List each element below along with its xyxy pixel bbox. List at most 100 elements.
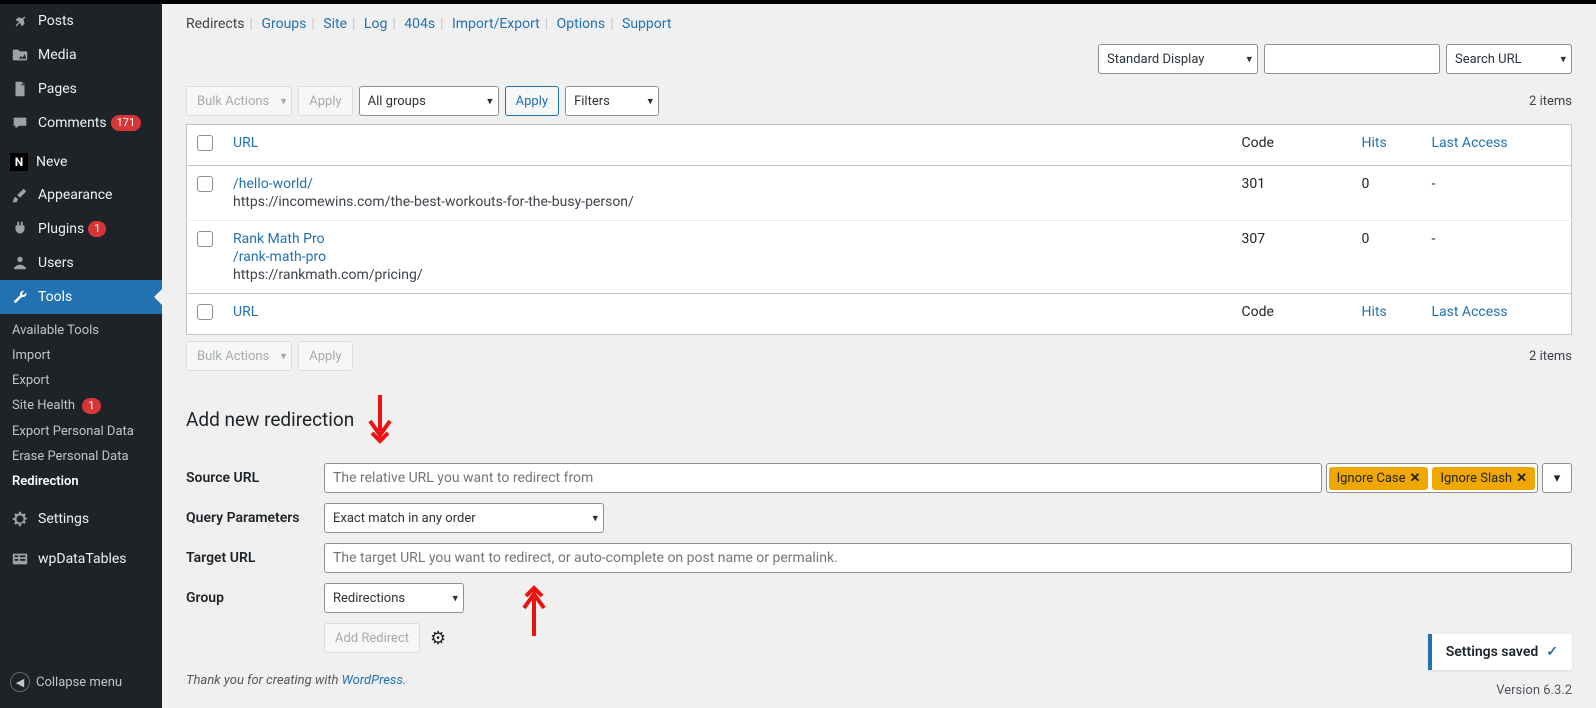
sidebar-item-neve[interactable]: N Neve bbox=[0, 146, 162, 178]
plugins-count-badge: 1 bbox=[88, 221, 106, 237]
tab-404s[interactable]: 404s bbox=[404, 16, 435, 32]
sidebar-item-media[interactable]: Media bbox=[0, 38, 162, 72]
collapse-menu[interactable]: ◀Collapse menu bbox=[0, 664, 162, 700]
last-cell: - bbox=[1422, 166, 1572, 221]
bulk-actions-select[interactable]: Bulk Actions bbox=[186, 341, 292, 371]
bulk-actions-select[interactable]: Bulk Actions bbox=[186, 86, 292, 116]
col-hits[interactable]: Hits bbox=[1362, 304, 1387, 320]
code-cell: 307 bbox=[1232, 221, 1352, 294]
groups-filter-select[interactable]: All groups bbox=[359, 86, 499, 116]
neve-icon: N bbox=[10, 153, 28, 171]
col-url[interactable]: URL bbox=[233, 304, 258, 320]
annotation-arrow-up-icon bbox=[516, 574, 552, 640]
sidebar-item-comments[interactable]: Comments171 bbox=[0, 106, 162, 140]
main-content: Redirects| Groups| Site| Log| 404s| Impo… bbox=[162, 0, 1596, 708]
redirect-source-link[interactable]: /hello-world/ bbox=[233, 176, 1222, 192]
target-url-input[interactable] bbox=[324, 543, 1572, 573]
source-url-input[interactable] bbox=[324, 463, 1322, 493]
select-all-checkbox[interactable] bbox=[197, 135, 213, 151]
wpdatatables-icon bbox=[10, 549, 30, 569]
filters-select[interactable]: Filters bbox=[565, 86, 659, 116]
col-url[interactable]: URL bbox=[233, 135, 258, 151]
submenu-available-tools[interactable]: Available Tools bbox=[0, 318, 162, 343]
submenu-import[interactable]: Import bbox=[0, 343, 162, 368]
tab-site[interactable]: Site bbox=[323, 16, 347, 32]
apply-filter-button[interactable]: Apply bbox=[505, 86, 559, 116]
submenu-erase-personal[interactable]: Erase Personal Data bbox=[0, 444, 162, 469]
row-checkbox[interactable] bbox=[197, 231, 213, 247]
site-health-badge: 1 bbox=[82, 398, 100, 414]
sidebar-item-appearance[interactable]: Appearance bbox=[0, 178, 162, 212]
select-all-checkbox[interactable] bbox=[197, 304, 213, 320]
col-code: Code bbox=[1232, 125, 1352, 166]
col-last[interactable]: Last Access bbox=[1432, 304, 1508, 320]
ignore-case-tag[interactable]: Ignore Case✕ bbox=[1329, 467, 1429, 490]
chevron-down-icon: ▾ bbox=[1554, 471, 1561, 486]
sidebar-item-tools[interactable]: Tools bbox=[0, 280, 162, 314]
redirect-source-link[interactable]: Rank Math Pro bbox=[233, 231, 1222, 247]
sidebar-label: Settings bbox=[38, 511, 89, 527]
table-row: /hello-world/https://incomewins.com/the-… bbox=[187, 166, 1572, 221]
sidebar-item-wpdatatables[interactable]: wpDataTables bbox=[0, 542, 162, 576]
sidebar-label: wpDataTables bbox=[38, 551, 127, 567]
tab-groups[interactable]: Groups bbox=[261, 16, 306, 32]
ignore-slash-tag[interactable]: Ignore Slash✕ bbox=[1432, 467, 1535, 490]
last-cell: - bbox=[1422, 221, 1572, 294]
wordpress-link[interactable]: WordPress bbox=[342, 673, 403, 688]
sidebar-label: Neve bbox=[36, 154, 67, 170]
comments-count-badge: 171 bbox=[111, 115, 142, 131]
apply-bulk-button[interactable]: Apply bbox=[298, 341, 352, 371]
tab-import-export[interactable]: Import/Export bbox=[452, 16, 540, 32]
col-hits[interactable]: Hits bbox=[1362, 135, 1387, 151]
footer-credit: Thank you for creating with WordPress. bbox=[186, 673, 1572, 688]
group-label: Group bbox=[186, 590, 324, 606]
sidebar-item-users[interactable]: Users bbox=[0, 246, 162, 280]
code-cell: 301 bbox=[1232, 166, 1352, 221]
sidebar-item-plugins[interactable]: Plugins1 bbox=[0, 212, 162, 246]
user-icon bbox=[10, 253, 30, 273]
gear-icon bbox=[10, 509, 30, 529]
group-select[interactable]: Redirections bbox=[324, 583, 464, 613]
col-last[interactable]: Last Access bbox=[1432, 135, 1508, 151]
display-mode-select[interactable]: Standard Display bbox=[1098, 44, 1258, 74]
items-count-top: 2 items bbox=[1529, 94, 1572, 109]
sidebar-item-posts[interactable]: Posts bbox=[0, 4, 162, 38]
admin-sidebar: Posts Media Pages Comments171 N Neve Appe… bbox=[0, 0, 162, 708]
apply-bulk-button[interactable]: Apply bbox=[298, 86, 352, 116]
tab-redirects[interactable]: Redirects bbox=[186, 16, 245, 32]
search-input[interactable] bbox=[1264, 44, 1440, 74]
add-redirect-button[interactable]: Add Redirect bbox=[324, 623, 420, 653]
col-code: Code bbox=[1232, 294, 1352, 335]
pin-icon bbox=[10, 11, 30, 31]
hits-cell: 0 bbox=[1352, 221, 1422, 294]
sidebar-item-pages[interactable]: Pages bbox=[0, 72, 162, 106]
submenu-export[interactable]: Export bbox=[0, 368, 162, 393]
sidebar-label: Posts bbox=[38, 13, 74, 29]
table-row: Rank Math Pro/rank-math-prohttps://rankm… bbox=[187, 221, 1572, 294]
tab-log[interactable]: Log bbox=[364, 16, 387, 32]
submenu-export-personal[interactable]: Export Personal Data bbox=[0, 419, 162, 444]
tab-support[interactable]: Support bbox=[622, 16, 671, 32]
sidebar-label: Plugins bbox=[38, 221, 84, 237]
close-icon: ✕ bbox=[1516, 471, 1527, 486]
source-options-button[interactable]: ▾ bbox=[1542, 463, 1572, 493]
search-type-select[interactable]: Search URL bbox=[1446, 44, 1572, 74]
page-icon bbox=[10, 79, 30, 99]
tools-submenu: Available Tools Import Export Site Healt… bbox=[0, 314, 162, 502]
settings-saved-toast: Settings saved✓ bbox=[1428, 634, 1572, 670]
redirect-source-link[interactable]: /rank-math-pro bbox=[233, 249, 1222, 265]
plugin-tabs: Redirects| Groups| Site| Log| 404s| Impo… bbox=[186, 8, 1572, 44]
source-url-label: Source URL bbox=[186, 470, 324, 486]
sidebar-label: Comments bbox=[38, 115, 107, 131]
query-params-select[interactable]: Exact match in any order bbox=[324, 503, 604, 533]
submenu-redirection[interactable]: Redirection bbox=[0, 469, 162, 494]
sidebar-item-settings[interactable]: Settings bbox=[0, 502, 162, 536]
items-count-bottom: 2 items bbox=[1529, 349, 1572, 364]
collapse-icon: ◀ bbox=[10, 672, 30, 692]
version-text: Version 6.3.2 bbox=[1496, 683, 1572, 698]
query-params-label: Query Parameters bbox=[186, 510, 324, 526]
submenu-site-health[interactable]: Site Health 1 bbox=[0, 393, 162, 419]
tab-options[interactable]: Options bbox=[557, 16, 605, 32]
advanced-options-button[interactable]: ⚙ bbox=[430, 628, 446, 649]
row-checkbox[interactable] bbox=[197, 176, 213, 192]
